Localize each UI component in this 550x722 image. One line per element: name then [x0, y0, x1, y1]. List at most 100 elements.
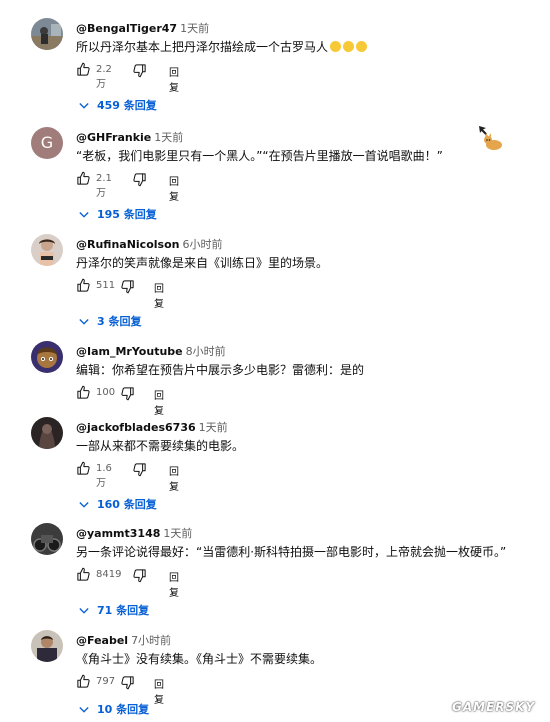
comment-body: 丹泽尔的笑声就像是来自《训练日》里的场景。: [76, 256, 329, 270]
chevron-down-icon: [79, 318, 89, 326]
thumbs-down-icon[interactable]: [120, 279, 135, 294]
avatar-letter: G: [40, 133, 54, 152]
comment-thread: @Iam_MrYoutube 8小时前 编辑：你希望在预告片中展示多少电影？雷德利…: [0, 341, 550, 417]
thumbs-up-icon[interactable]: [76, 674, 91, 689]
comment-body: “老板，我们电影里只有一个黑人。”“在预告片里播放一首说唱歌曲！”: [76, 149, 443, 163]
thumbs-down-icon[interactable]: [120, 675, 135, 690]
view-replies-button[interactable]: 160 条回复: [79, 496, 157, 512]
replies-count: 195 条回复: [97, 208, 157, 221]
avatar[interactable]: [31, 18, 63, 50]
replies-count: 71 条回复: [97, 604, 150, 617]
laughing-emoji-icon: [343, 41, 355, 52]
like-count: 2.1万: [96, 173, 112, 199]
avatar[interactable]: [31, 341, 63, 373]
like-count: 8419: [96, 569, 122, 580]
comment-text: 《角斗士》没有续集。《角斗士》不需要续集。: [76, 650, 322, 667]
laughing-emoji-icon: [356, 41, 368, 52]
reply-button[interactable]: 回复: [169, 173, 179, 203]
view-replies-button[interactable]: 459 条回复: [79, 97, 157, 113]
replies-count: 459 条回复: [97, 99, 157, 112]
author-name[interactable]: @BengalTiger47: [76, 22, 177, 35]
thumbs-down-icon[interactable]: [120, 386, 135, 401]
comment-text: 另一条评论说得最好：“当雷德利·斯科特拍摄一部电影时，上帝就会抛一枚硬币。”: [76, 543, 506, 560]
thumbs-down-icon[interactable]: [132, 462, 147, 477]
comment-text: “老板，我们电影里只有一个黑人。”“在预告片里播放一首说唱歌曲！”: [76, 147, 443, 164]
avatar[interactable]: G: [31, 127, 63, 159]
timestamp[interactable]: 1天前: [180, 22, 209, 35]
avatar[interactable]: [31, 417, 63, 449]
author-name[interactable]: @yammt3148: [76, 527, 160, 540]
chevron-down-icon: [79, 706, 89, 714]
reply-button[interactable]: 回复: [169, 569, 179, 599]
comment-thread: @jackofblades6736 1天前 一部从来都不需要续集的电影。 1.6万…: [0, 417, 550, 517]
laughing-emoji-icon: [330, 41, 342, 52]
comment-header: @Feabel 7小时前: [76, 632, 171, 648]
view-replies-button[interactable]: 71 条回复: [79, 602, 149, 618]
thumbs-up-icon[interactable]: [76, 278, 91, 293]
like-count: 511: [96, 280, 116, 291]
comment-header: @RufinaNicolson 6小时前: [76, 236, 222, 252]
comment-text: 所以丹泽尔基本上把丹泽尔描绘成一个古罗马人: [76, 38, 368, 55]
cat-sticker-icon: [479, 126, 502, 150]
thumbs-up-icon[interactable]: [76, 461, 91, 476]
comment-thread: @BengalTiger47 1天前 所以丹泽尔基本上把丹泽尔描绘成一个古罗马人 …: [0, 18, 550, 118]
comment-header: @BengalTiger47 1天前: [76, 20, 209, 36]
timestamp[interactable]: 8小时前: [186, 345, 226, 358]
reply-button[interactable]: 回复: [154, 676, 164, 706]
comment-header: @jackofblades6736 1天前: [76, 419, 228, 435]
comment-thread: @RufinaNicolson 6小时前 丹泽尔的笑声就像是来自《训练日》里的场景…: [0, 234, 550, 334]
author-name[interactable]: @RufinaNicolson: [76, 238, 179, 251]
comment-body: 编辑：你希望在预告片中展示多少电影？雷德利：是的: [76, 363, 365, 377]
comment-body: 《角斗士》没有续集。《角斗士》不需要续集。: [76, 652, 323, 666]
reply-button[interactable]: 回复: [154, 387, 164, 417]
chevron-down-icon: [79, 607, 89, 615]
chevron-down-icon: [79, 501, 89, 509]
like-count: 797: [96, 676, 116, 687]
timestamp[interactable]: 1天前: [163, 527, 192, 540]
comment-text: 一部从来都不需要续集的电影。: [76, 437, 244, 454]
comment-body: 所以丹泽尔基本上把丹泽尔描绘成一个古罗马人: [76, 40, 329, 54]
chevron-down-icon: [79, 211, 89, 219]
comment-thread: G @GHFrankie 1天前 “老板，我们电影里只有一个黑人。”“在预告片里播…: [0, 127, 550, 227]
comment-header: @yammt3148 1天前: [76, 525, 192, 541]
avatar[interactable]: [31, 630, 63, 662]
thumbs-up-icon[interactable]: [76, 171, 91, 186]
timestamp[interactable]: 6小时前: [182, 238, 222, 251]
view-replies-button[interactable]: 3 条回复: [79, 313, 141, 329]
comment-thread: @yammt3148 1天前 另一条评论说得最好：“当雷德利·斯科特拍摄一部电影时…: [0, 523, 550, 623]
like-count: 2.2万: [96, 64, 112, 90]
reply-button[interactable]: 回复: [169, 463, 179, 493]
replies-count: 10 条回复: [97, 703, 150, 716]
site-watermark: GAMERSKY: [452, 700, 536, 714]
thumbs-up-icon[interactable]: [76, 385, 91, 400]
author-name[interactable]: @Iam_MrYoutube: [76, 345, 183, 358]
thumbs-down-icon[interactable]: [132, 172, 147, 187]
view-replies-button[interactable]: 195 条回复: [79, 206, 157, 222]
timestamp[interactable]: 1天前: [154, 131, 183, 144]
thumbs-up-icon[interactable]: [76, 567, 91, 582]
comment-header: @Iam_MrYoutube 8小时前: [76, 343, 226, 359]
view-replies-button[interactable]: 10 条回复: [79, 701, 149, 717]
comment-text: 编辑：你希望在预告片中展示多少电影？雷德利：是的: [76, 361, 364, 378]
replies-count: 160 条回复: [97, 498, 157, 511]
comment-body: 另一条评论说得最好：“当雷德利·斯科特拍摄一部电影时，上帝就会抛一枚硬币。”: [76, 545, 507, 559]
author-name[interactable]: @GHFrankie: [76, 131, 151, 144]
avatar[interactable]: [31, 523, 63, 555]
thumbs-down-icon[interactable]: [132, 63, 147, 78]
replies-count: 3 条回复: [97, 315, 142, 328]
author-name[interactable]: @jackofblades6736: [76, 421, 196, 434]
comment-header: @GHFrankie 1天前: [76, 129, 183, 145]
comment-text: 丹泽尔的笑声就像是来自《训练日》里的场景。: [76, 254, 328, 271]
like-count: 100: [96, 387, 116, 398]
author-name[interactable]: @Feabel: [76, 634, 128, 647]
thumbs-up-icon[interactable]: [76, 62, 91, 77]
avatar[interactable]: [31, 234, 63, 266]
like-count: 1.6万: [96, 463, 112, 489]
timestamp[interactable]: 7小时前: [131, 634, 171, 647]
comment-body: 一部从来都不需要续集的电影。: [76, 439, 245, 453]
reply-button[interactable]: 回复: [154, 280, 164, 310]
timestamp[interactable]: 1天前: [199, 421, 228, 434]
chevron-down-icon: [79, 102, 89, 110]
reply-button[interactable]: 回复: [169, 64, 179, 94]
thumbs-down-icon[interactable]: [132, 568, 147, 583]
